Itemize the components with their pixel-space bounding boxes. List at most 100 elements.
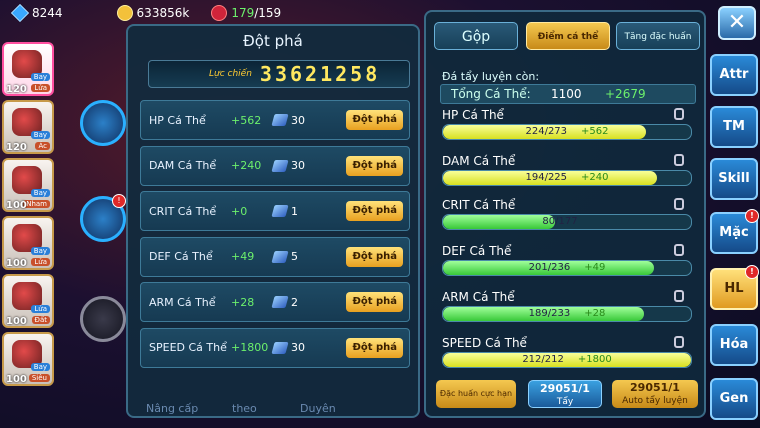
row-stat-name: SPEED Cá Thể xyxy=(149,341,227,355)
row-stat-bonus: +240 xyxy=(231,159,262,173)
side-menu-hóa[interactable]: Hóa xyxy=(710,324,758,366)
breakthrough-rows: HP Cá Thể +562 30 Đột phá DAM Cá Thể +240 30 Độ… xyxy=(140,100,410,374)
row-stat-name: CRIT Cá Thể xyxy=(149,204,217,218)
bag-alert-icon: ! xyxy=(112,194,126,208)
row-item-count: 30 xyxy=(291,113,305,127)
coin-icon xyxy=(116,5,133,21)
stat-bar-group: DAM Cá Thể 194/225 +240 xyxy=(442,154,692,186)
stat-progress-bar: 224/273 +562 xyxy=(442,124,692,140)
pet-type-tag: Bay xyxy=(30,189,50,197)
extreme-training-button[interactable]: Đặc huấn cực hạn xyxy=(436,380,516,408)
stat-progress-bar: 212/212 +1800 xyxy=(442,352,692,368)
gear-wheel-button[interactable] xyxy=(80,296,126,342)
side-menu-mặc[interactable]: Mặc! xyxy=(710,209,759,254)
lock-icon[interactable] xyxy=(674,336,684,348)
lock-icon[interactable] xyxy=(674,290,684,302)
row-stat-name: ARM Cá Thể xyxy=(149,295,216,309)
lock-icon[interactable] xyxy=(674,244,684,256)
combat-power-label: Lực chiến xyxy=(209,69,252,79)
breakthrough-row: ARM Cá Thể +28 2 Đột phá xyxy=(140,282,410,323)
fruit-resource: 179 /159 xyxy=(211,5,281,21)
pet-slot[interactable]: Bay Lửa 120 xyxy=(2,42,54,96)
coin-count: 633856k xyxy=(136,6,190,20)
breakthrough-button[interactable]: Đột phá xyxy=(346,155,403,176)
pet-slot[interactable]: Bay Lửa 100 xyxy=(2,216,54,270)
breakthrough-button[interactable]: Đột phá xyxy=(346,292,403,313)
breakthrough-button[interactable]: Đột phá xyxy=(346,201,403,222)
side-menu-skill[interactable]: Skill xyxy=(710,158,758,200)
pet-level: 100 xyxy=(6,374,27,385)
pet-type-tag: Lửa xyxy=(31,84,50,92)
pet-level: 100 xyxy=(6,316,27,327)
stat-progress-text: 201/236 +49 xyxy=(443,261,691,275)
breakthrough-panel: Đột phá Lực chiến 33621258 HP Cá Thể +562… xyxy=(126,24,420,418)
breakthrough-row: SPEED Cá Thể +1800 30 Đột phá xyxy=(140,327,410,368)
combat-power-value: 33621258 xyxy=(259,62,381,86)
row-item-count: 2 xyxy=(291,295,298,309)
stat-progress-bar: 201/236 +49 xyxy=(442,260,692,276)
row-stat-name: DEF Cá Thể xyxy=(149,250,213,264)
fruit-icon xyxy=(211,5,228,21)
tab-special-training[interactable]: Tăng đặc huấn xyxy=(616,22,700,50)
auto-wash-count: 29051/1 xyxy=(630,381,680,394)
row-stat-bonus: +1800 xyxy=(231,341,269,355)
pet-slot[interactable]: Bay Siêu 100 xyxy=(2,332,54,386)
pet-skill-button[interactable] xyxy=(80,100,126,146)
book-icon xyxy=(271,296,289,309)
stat-bonus: +562 xyxy=(581,126,609,137)
stat-bar-group: SPEED Cá Thể 212/212 +1800 xyxy=(442,336,692,368)
breakthrough-button[interactable]: Đột phá xyxy=(346,246,403,267)
pet-level: 120 xyxy=(6,84,27,95)
lock-icon[interactable] xyxy=(674,108,684,120)
side-menu-gen[interactable]: Gen xyxy=(710,378,758,420)
pet-type-tag: Bay xyxy=(30,247,50,255)
breakthrough-row: CRIT Cá Thể +0 1 Đột phá xyxy=(140,191,410,232)
row-stat-name: DAM Cá Thể xyxy=(149,159,217,173)
pet-slot[interactable]: Lửa Đất 100 xyxy=(2,274,54,328)
pet-type-tag: Nham xyxy=(23,200,50,208)
lock-icon[interactable] xyxy=(674,198,684,210)
stat-progress-bar: 80/177 xyxy=(442,214,692,230)
row-stat-bonus: +49 xyxy=(231,250,255,264)
breakthrough-row: DAM Cá Thể +240 30 Đột phá xyxy=(140,145,410,186)
bag-button[interactable]: ! xyxy=(80,194,126,242)
stat-bar-group: CRIT Cá Thể 80/177 xyxy=(442,198,692,230)
breakthrough-button[interactable]: Đột phá xyxy=(346,337,403,358)
gem-icon xyxy=(10,3,30,23)
total-bonus: +2679 xyxy=(605,87,646,101)
stat-progress-text: 80/177 xyxy=(443,215,691,229)
side-menu-hl[interactable]: HL! xyxy=(710,265,759,310)
wash-button[interactable]: 29051/1 Tẩy xyxy=(528,380,602,408)
stat-bar-group: HP Cá Thể 224/273 +562 xyxy=(442,108,692,140)
remaining-stones-label: Đá tẩy luyện còn: xyxy=(442,70,540,83)
total-individual: Tổng Cá Thể: 1100 +2679 xyxy=(440,84,696,104)
breakthrough-row: HP Cá Thể +562 30 Đột phá xyxy=(140,100,410,140)
gem-resource: 8244 xyxy=(10,3,63,23)
pet-type-tag: Đất xyxy=(31,316,50,324)
theo-tab-faded: theo xyxy=(232,402,257,415)
close-button[interactable]: ✕ xyxy=(718,6,756,40)
side-menu-attr[interactable]: Attr xyxy=(710,54,758,96)
stat-progress-text: 189/233 +28 xyxy=(443,307,691,321)
stat-name: DEF Cá Thể xyxy=(442,244,512,258)
tab-individual-points[interactable]: Điểm cá thể xyxy=(526,22,610,50)
breakthrough-button[interactable]: Đột phá xyxy=(346,110,403,130)
pet-slot[interactable]: Bay Ác 120 xyxy=(2,100,54,154)
tab-merge[interactable]: Gộp xyxy=(434,22,518,50)
pet-level: 100 xyxy=(6,258,27,269)
stat-value: 189/233 xyxy=(528,308,571,319)
lock-icon[interactable] xyxy=(674,154,684,166)
stat-name: SPEED Cá Thể xyxy=(442,336,527,350)
stat-bonus: +28 xyxy=(584,308,606,319)
pet-level: 100 xyxy=(6,200,27,211)
duyen-tab-faded: Duyên xyxy=(300,402,336,415)
wash-label: Tẩy xyxy=(556,397,574,407)
stat-name: HP Cá Thể xyxy=(442,108,504,122)
row-item-count: 30 xyxy=(291,341,305,355)
breakthrough-row: DEF Cá Thể +49 5 Đột phá xyxy=(140,236,410,277)
side-menu-tm[interactable]: TM xyxy=(710,106,758,148)
book-icon xyxy=(271,114,289,126)
row-stat-bonus: +562 xyxy=(231,113,262,127)
auto-wash-button[interactable]: 29051/1 Auto tẩy luyện xyxy=(612,380,698,408)
pet-slot[interactable]: Bay Nham 100 xyxy=(2,158,54,212)
